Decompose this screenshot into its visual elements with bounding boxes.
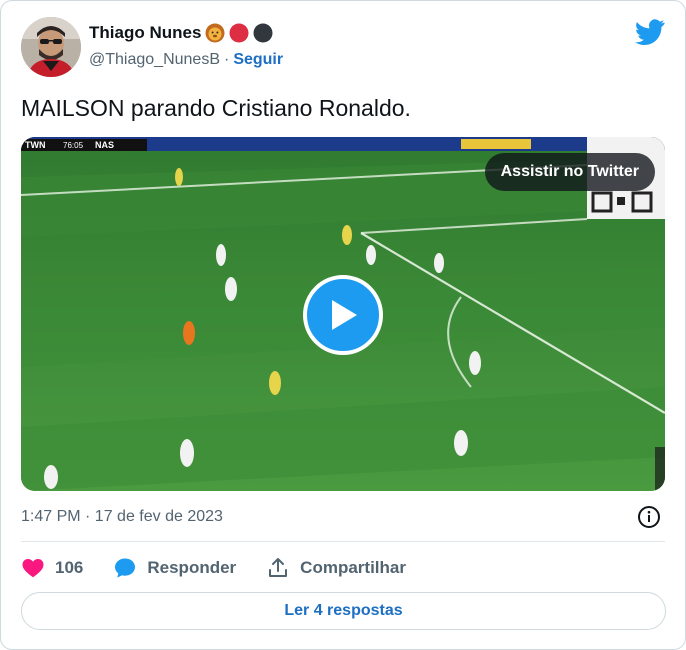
info-icon[interactable]: [637, 505, 661, 529]
reply-label: Responder: [147, 558, 237, 577]
scoreboard-time: 76:05: [63, 141, 84, 150]
divider: [21, 541, 665, 542]
scoreboard-left: TWN: [25, 140, 46, 150]
heart-icon: [22, 559, 44, 578]
share-upload-icon: [269, 558, 288, 577]
twitter-bird-icon[interactable]: [635, 19, 665, 45]
like-button[interactable]: 106: [21, 556, 83, 580]
author-display-name[interactable]: Thiago Nunes: [89, 23, 201, 43]
video-player[interactable]: TWN 76:05 NAS Assistir no Twitter: [21, 137, 665, 491]
like-count: 106: [55, 558, 84, 577]
scoreboard-right: NAS: [95, 140, 114, 150]
author-handle-row: @Thiago_NunesB · Seguir: [89, 51, 283, 69]
avatar[interactable]: [21, 17, 81, 77]
tweet-timestamp[interactable]: 1:47 PM · 17 de fev de 2023: [21, 508, 223, 526]
reply-button[interactable]: Responder: [113, 556, 236, 580]
watch-on-twitter-button[interactable]: Assistir no Twitter: [484, 153, 655, 191]
handle-separator: ·: [223, 51, 230, 68]
share-label: Compartilhar: [300, 558, 406, 577]
action-bar: 106 Responder Compartilhar: [21, 554, 436, 582]
share-button[interactable]: Compartilhar: [266, 556, 406, 580]
tweet-text: MAILSON parando Cristiano Ronaldo.: [21, 95, 411, 121]
play-icon: [332, 300, 357, 330]
play-button[interactable]: [303, 275, 383, 355]
lion-emoji-icon: [205, 23, 225, 43]
follow-button[interactable]: Seguir: [233, 51, 283, 69]
red-circle-icon: [229, 23, 249, 43]
tweet-card: Thiago Nunes @Thiago_NunesB · Seguir MAI…: [0, 0, 686, 650]
reply-bubble-icon: [115, 558, 136, 578]
author-name-row[interactable]: Thiago Nunes: [89, 23, 273, 43]
black-circle-icon: [253, 23, 273, 43]
author-handle[interactable]: @Thiago_NunesB: [89, 51, 220, 69]
read-replies-button[interactable]: Ler 4 respostas: [21, 592, 666, 630]
